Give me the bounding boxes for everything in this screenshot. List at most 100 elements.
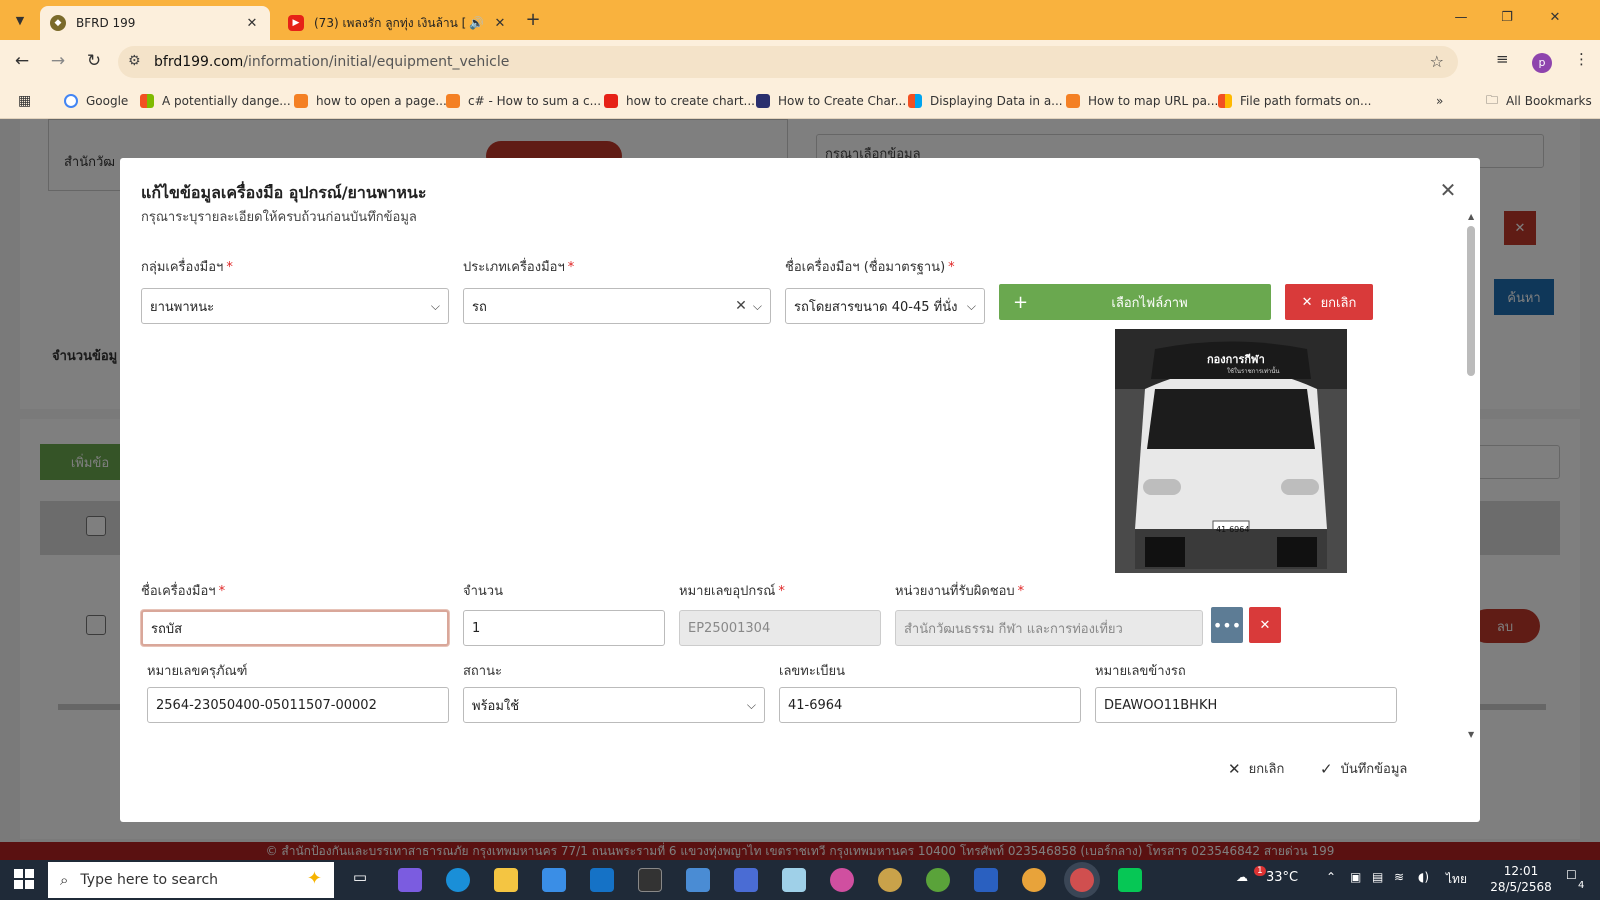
file-explorer-icon[interactable] (494, 868, 518, 892)
group-select[interactable]: ยานพาหนะ ⌵ (141, 288, 449, 324)
bookmark-label: File path formats on... (1240, 94, 1372, 108)
type-select[interactable]: รถ ✕ ⌵ (463, 288, 771, 324)
bookmark-item[interactable]: Displaying Data in a... (908, 91, 1063, 111)
notification-icon[interactable]: ☐ (1566, 868, 1577, 882)
close-tab-icon[interactable]: ✕ (244, 16, 260, 31)
chevron-down-icon: ▼ (15, 13, 25, 27)
qgis-icon[interactable] (926, 868, 950, 892)
more-menu-icon[interactable]: ⋮ (1574, 50, 1589, 68)
microsoft-icon (140, 94, 154, 108)
more-bookmarks-icon[interactable]: » (1436, 91, 1443, 111)
edge-icon[interactable] (446, 868, 470, 892)
bookmark-item[interactable]: How to map URL pa... (1066, 91, 1218, 111)
bus-plate-text: 41-6964 (1216, 525, 1250, 534)
required-mark: * (1017, 584, 1025, 599)
bookmark-item[interactable]: how to open a page... (294, 91, 447, 111)
microsoft-icon (908, 94, 922, 108)
notification-count: 4 (1578, 880, 1585, 891)
outlook-icon[interactable] (590, 868, 614, 892)
app-icon[interactable] (686, 868, 710, 892)
modal-save-button[interactable]: ✓ บันทึกข้อมูล (1320, 758, 1407, 779)
chrome-icon[interactable] (1022, 868, 1046, 892)
restore-window-button[interactable]: ❐ (1492, 10, 1522, 30)
site-settings-icon[interactable]: ⚙ (128, 53, 141, 69)
store-icon[interactable] (542, 868, 566, 892)
scroll-down-icon[interactable]: ▼ (1468, 730, 1474, 739)
bookmark-item[interactable]: c# - How to sum a c... (446, 91, 601, 111)
stackoverflow-icon (446, 94, 460, 108)
status-select[interactable]: พร้อมใช้ ⌵ (463, 687, 765, 723)
close-window-button[interactable]: ✕ (1540, 10, 1570, 30)
bookmark-item[interactable]: how to create chart... (604, 91, 755, 111)
tab-search-menu-button[interactable]: ▼ (8, 8, 32, 32)
required-mark: * (567, 260, 575, 275)
clear-icon[interactable]: ✕ (735, 298, 747, 314)
bookmark-label: c# - How to sum a c... (468, 94, 602, 108)
forward-icon[interactable]: → (46, 50, 70, 74)
bookmark-item[interactable]: A potentially dange... (140, 91, 291, 111)
quantity-input[interactable]: 1 (463, 610, 665, 646)
task-view-icon[interactable]: ▭ (348, 868, 372, 892)
responsible-unit-label: หน่วยงานที่รับผิดชอบ * (895, 584, 1025, 599)
back-icon[interactable]: ← (10, 50, 34, 74)
app-icon[interactable] (782, 868, 806, 892)
bookmark-star-icon[interactable]: ☆ (1430, 52, 1444, 71)
tab-youtube[interactable]: ▶ (73) เพลงรัก ลูกทุ่ง เงินล้าน [ เก 🔊 ✕ (278, 6, 518, 40)
chevron-up-icon[interactable]: ⌃ (1326, 870, 1336, 884)
all-bookmarks[interactable]: 🗀 All Bookmarks (1486, 91, 1592, 111)
wifi-icon[interactable]: ≋ (1394, 870, 1404, 884)
modal-cancel-button[interactable]: ✕ ยกเลิก (1228, 758, 1284, 779)
bookmark-item[interactable]: How to Create Char... (756, 91, 906, 111)
display-icon[interactable]: ▤ (1372, 870, 1383, 884)
terminal-icon[interactable] (638, 868, 662, 892)
close-icon: ✕ (1259, 617, 1271, 633)
site-favicon-icon: ◆ (50, 15, 66, 31)
bookmark-item[interactable]: File path formats on... (1218, 91, 1371, 111)
new-tab-button[interactable]: + (522, 10, 544, 32)
windows-start-icon[interactable] (14, 869, 34, 889)
palette-icon[interactable] (878, 868, 902, 892)
app-icon[interactable] (974, 868, 998, 892)
clock-time[interactable]: 12:01 (1496, 864, 1546, 878)
calculator-icon[interactable] (734, 868, 758, 892)
browse-unit-button[interactable]: ••• (1211, 607, 1243, 643)
line-icon[interactable] (1118, 868, 1142, 892)
apps-grid-icon[interactable]: ▦ (18, 91, 31, 111)
chrome-active-icon[interactable] (1070, 868, 1094, 892)
choose-image-button[interactable]: + เลือกไฟล์ภาพ (999, 284, 1271, 320)
group-label: กลุ่มเครื่องมือฯ * (141, 260, 233, 275)
taskbar-search[interactable]: ⌕ Type here to search ✦ (48, 862, 334, 898)
cancel-image-button[interactable]: ✕ ยกเลิก (1285, 284, 1373, 320)
copilot-icon[interactable] (398, 868, 422, 892)
standard-name-select[interactable]: รถโดยสารขนาด 40-45 ที่นั่ง ⌵ (785, 288, 985, 324)
vehicle-photo: กองการกีฬา ใช้ในราชการเท่านั้น 41-6964 (1115, 329, 1347, 573)
bookmark-item[interactable]: Google (64, 91, 128, 111)
asset-no-input[interactable]: 2564-23050400-05011507-00002 (147, 687, 449, 723)
speaker-icon[interactable]: ◖) (1418, 870, 1429, 884)
scroll-thumb[interactable] (1467, 226, 1475, 376)
standard-name-label: ชื่อเครื่องมือฯ (ชื่อมาตรฐาน) * (785, 260, 955, 275)
bookmark-label: All Bookmarks (1506, 94, 1592, 108)
address-bar[interactable]: ⚙ bfrd199.com/information/initial/equipm… (118, 46, 1458, 78)
plus-icon: + (1013, 291, 1029, 313)
scroll-up-icon[interactable]: ▲ (1468, 212, 1474, 221)
reload-icon[interactable]: ↻ (82, 50, 106, 74)
close-tab-icon[interactable]: ✕ (492, 16, 508, 31)
minimize-window-button[interactable]: — (1446, 10, 1476, 30)
close-icon[interactable]: ✕ (1436, 178, 1460, 202)
name-input[interactable]: รถบัส (141, 610, 449, 646)
plate-no-input[interactable]: 41-6964 (779, 687, 1081, 723)
clear-unit-button[interactable]: ✕ (1249, 607, 1281, 643)
weather-icon[interactable]: ☁ (1236, 870, 1248, 884)
clock-date[interactable]: 28/5/2568 (1486, 880, 1556, 894)
media-control-icon[interactable]: ≡ (1496, 50, 1509, 68)
language-indicator[interactable]: ไทย (1446, 870, 1467, 889)
modal-scrollbar[interactable]: ▲ ▼ (1466, 212, 1476, 742)
speaker-icon[interactable]: 🔊 (469, 16, 484, 30)
profile-avatar[interactable]: p (1532, 53, 1552, 73)
side-no-input[interactable]: DEAWOO11BHKH (1095, 687, 1397, 723)
paint-icon[interactable] (830, 868, 854, 892)
tab-bfrd[interactable]: ◆ BFRD 199 ✕ (40, 6, 270, 40)
site-icon (756, 94, 770, 108)
tray-app-icon[interactable]: ▣ (1350, 870, 1361, 884)
